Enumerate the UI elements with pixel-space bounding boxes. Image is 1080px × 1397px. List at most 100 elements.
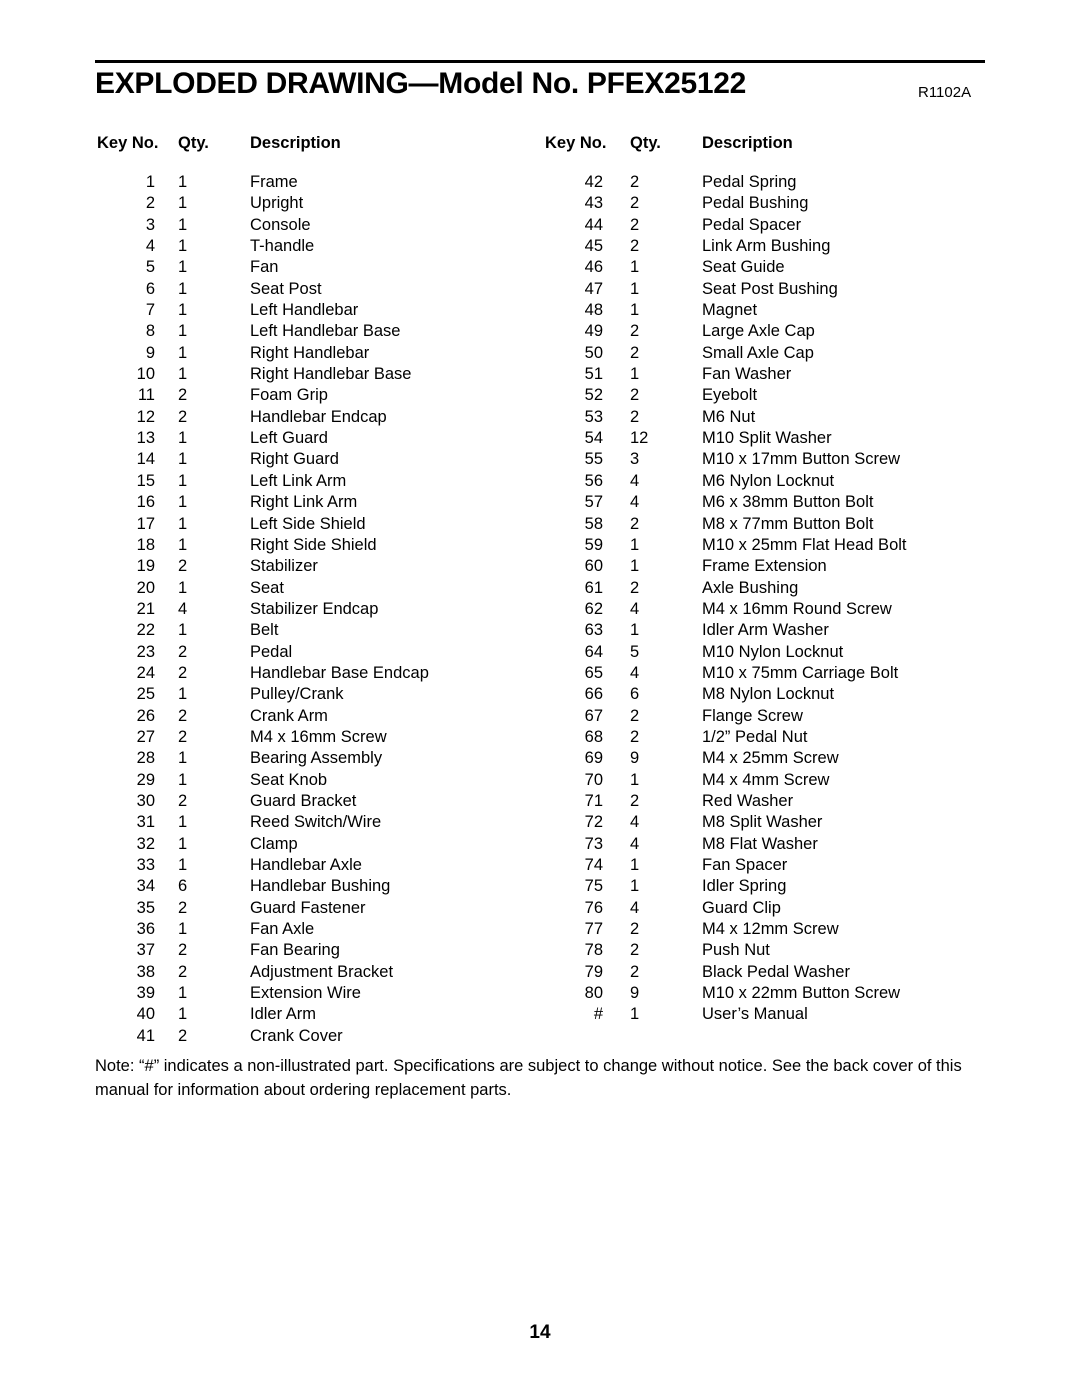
part-description: M4 x 12mm Screw	[702, 920, 839, 939]
part-description: Fan Washer	[702, 365, 792, 384]
part-description: Fan Spacer	[702, 856, 788, 874]
table-row: 69 9 M4 x 25mm Screw	[0, 748, 1000, 769]
part-quantity: 2	[630, 706, 640, 725]
part-key-number: 62	[584, 599, 603, 618]
table-row: 74 1 Fan Spacer	[0, 855, 1000, 876]
column-header-key-no-right: Key No.	[545, 134, 607, 152]
part-quantity: 9	[630, 749, 640, 768]
part-quantity: 2	[630, 962, 640, 981]
part-quantity: 1	[630, 770, 640, 789]
part-description: Idler Arm Washer	[702, 621, 829, 640]
part-description: M10 Nylon Locknut	[702, 642, 844, 661]
column-header-qty-right: Qty.	[630, 134, 661, 152]
part-quantity: 2	[630, 237, 640, 256]
part-quantity: 1	[630, 621, 640, 640]
part-quantity: 1	[630, 279, 640, 298]
part-description: M8 Flat Washer	[702, 834, 818, 853]
part-description: M8 Split Washer	[702, 813, 823, 832]
footnote-text: Note: “#” indicates a non-illustrated pa…	[95, 1057, 962, 1099]
part-description: Red Washer	[702, 791, 794, 810]
part-key-number: 55	[584, 450, 603, 469]
part-description: M10 x 25mm Flat Head Bolt	[702, 535, 907, 554]
part-description: M6 Nylon Locknut	[702, 471, 835, 490]
part-description: Idler Spring	[702, 877, 787, 896]
part-description: Small Axle Cap	[702, 343, 814, 362]
table-row: 75 1 Idler Spring	[0, 876, 1000, 897]
part-key-number: 68	[584, 727, 603, 746]
part-description: M4 x 4mm Screw	[702, 770, 830, 789]
part-quantity: 2	[630, 920, 640, 939]
table-row: 70 1 M4 x 4mm Screw	[0, 770, 1000, 791]
table-row: 55 3 M10 x 17mm Button Screw	[0, 449, 1000, 470]
part-key-number: 73	[584, 834, 603, 853]
part-description: Crank Cover	[250, 1026, 343, 1045]
part-key-number: 45	[584, 237, 603, 256]
part-quantity: 5	[630, 642, 640, 661]
table-row: 63 1 Idler Arm Washer	[0, 620, 1000, 641]
part-key-number: 43	[584, 194, 603, 213]
part-key-number: 57	[584, 493, 603, 512]
table-row: 64 5 M10 Nylon Locknut	[0, 642, 1000, 663]
column-header-description-left: Description	[250, 134, 341, 152]
part-description: M6 Nut	[702, 407, 756, 426]
part-key-number: 78	[584, 941, 603, 960]
part-key-number: #	[593, 1005, 603, 1024]
table-row: 62 4 M4 x 16mm Round Screw	[0, 599, 1000, 620]
part-description: M10 Split Washer	[702, 429, 832, 448]
part-description: Large Axle Cap	[702, 322, 815, 341]
table-row: 41 2 Crank Cover	[0, 1026, 520, 1047]
table-row: 71 2 Red Washer	[0, 791, 1000, 812]
part-description: M10 x 22mm Button Screw	[702, 984, 901, 1003]
part-key-number: 49	[584, 322, 603, 341]
part-key-number: 58	[584, 514, 603, 533]
part-quantity: 1	[630, 535, 640, 554]
part-description: Flange Screw	[702, 706, 803, 725]
part-description: M6 x 38mm Button Bolt	[702, 493, 874, 512]
part-quantity: 2	[630, 941, 640, 960]
part-quantity: 1	[630, 365, 640, 384]
part-quantity: 4	[630, 813, 640, 832]
table-row: 45 2 Link Arm Bushing	[0, 236, 1000, 257]
part-quantity: 4	[630, 663, 640, 682]
part-quantity: 2	[630, 578, 640, 597]
table-row: 58 2 M8 x 77mm Button Bolt	[0, 514, 1000, 535]
part-quantity: 2	[630, 215, 640, 234]
table-row: 59 1 M10 x 25mm Flat Head Bolt	[0, 535, 1000, 556]
table-row: 50 2 Small Axle Cap	[0, 343, 1000, 364]
column-header-key-no-left: Key No.	[97, 134, 159, 152]
part-quantity: 1	[630, 1005, 640, 1024]
part-key-number: 69	[584, 749, 603, 768]
part-description: M8 x 77mm Button Bolt	[702, 514, 874, 533]
part-quantity: 12	[630, 429, 649, 448]
table-row: 80 9 M10 x 22mm Button Screw	[0, 983, 1000, 1004]
table-row: 60 1 Frame Extension	[0, 556, 1000, 577]
part-quantity: 2	[630, 173, 640, 191]
part-description: M10 x 75mm Carriage Bolt	[702, 663, 899, 682]
part-description: M4 x 25mm Screw	[702, 749, 839, 768]
table-row: 68 2 1/2” Pedal Nut	[0, 727, 1000, 748]
part-key-number: 42	[584, 173, 603, 191]
part-description: Guard Clip	[702, 898, 781, 917]
table-row: 49 2 Large Axle Cap	[0, 321, 1000, 342]
part-key-number: 71	[584, 791, 603, 810]
table-row: 53 2 M6 Nut	[0, 407, 1000, 428]
part-key-number: 74	[584, 856, 603, 874]
part-key-number: 60	[584, 557, 603, 576]
part-quantity: 4	[630, 471, 640, 490]
part-key-number: 56	[584, 471, 603, 490]
part-key-number: 72	[584, 813, 603, 832]
part-key-number: 59	[584, 535, 603, 554]
part-description: Seat Post Bushing	[702, 279, 838, 298]
part-key-number: 76	[584, 898, 603, 917]
part-key-number: 70	[584, 770, 603, 789]
part-quantity: 2	[630, 322, 640, 341]
part-quantity: 4	[630, 898, 640, 917]
part-description: Frame Extension	[702, 557, 827, 576]
table-row: 52 2 Eyebolt	[0, 385, 1000, 406]
part-description: Link Arm Bushing	[702, 237, 831, 256]
part-key-number: 52	[584, 386, 603, 405]
part-description: M4 x 16mm Round Screw	[702, 599, 892, 618]
part-quantity: 1	[630, 557, 640, 576]
table-row: 56 4 M6 Nylon Locknut	[0, 471, 1000, 492]
part-quantity: 3	[630, 450, 640, 469]
